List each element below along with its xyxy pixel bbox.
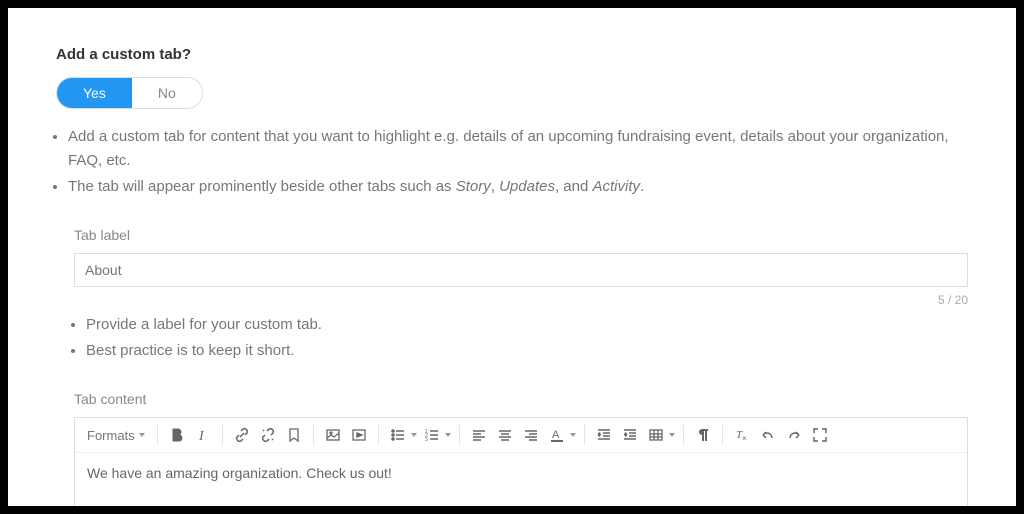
tab-label-label: Tab label [74,227,968,243]
clear-format-icon[interactable]: T× [729,422,755,448]
fullscreen-icon[interactable] [807,422,833,448]
formats-dropdown[interactable]: Formats [81,424,151,447]
svg-text:3: 3 [425,437,428,443]
form-frame: Add a custom tab? Yes No Add a custom ta… [8,8,1016,506]
custom-tab-hints: Add a custom tab for content that you wa… [56,125,968,199]
align-center-icon[interactable] [492,422,518,448]
rich-text-editor: Formats B I [74,417,968,506]
link-icon[interactable] [229,422,255,448]
hint-text: , [491,178,499,195]
hint-text: , and [555,178,593,195]
svg-text:I: I [198,429,205,443]
toolbar-separator [157,425,158,445]
formats-label: Formats [87,428,135,443]
bold-icon[interactable]: B [164,422,190,448]
toggle-no-button[interactable]: No [132,78,202,108]
toolbar-separator [459,425,460,445]
tab-content-section: Tab content Formats B I [56,391,968,506]
hint-em-story: Story [456,178,491,195]
chevron-down-icon [669,433,675,437]
hint-item: The tab will appear prominently beside o… [68,175,968,199]
image-icon[interactable] [320,422,346,448]
chevron-down-icon [139,433,145,437]
editor-content-area[interactable]: We have an amazing organization. Check u… [75,453,967,506]
media-icon[interactable] [346,422,372,448]
toolbar-separator [683,425,684,445]
table-icon[interactable] [643,422,669,448]
custom-tab-question: Add a custom tab? [56,46,968,63]
bullet-list-icon[interactable] [385,422,411,448]
hint-em-updates: Updates [499,178,555,195]
tab-label-hints: Provide a label for your custom tab. Bes… [56,313,968,363]
hint-text: . [640,178,644,195]
hint-em-activity: Activity [592,178,640,195]
hint-item: Provide a label for your custom tab. [86,313,968,337]
chevron-down-icon [445,433,451,437]
svg-text:×: × [742,434,747,443]
yes-no-toggle: Yes No [56,77,203,109]
toolbar-separator [222,425,223,445]
toolbar-separator [378,425,379,445]
unlink-icon[interactable] [255,422,281,448]
tab-label-input[interactable] [74,253,968,287]
chevron-down-icon [570,433,576,437]
toolbar-separator [313,425,314,445]
hint-item: Best practice is to keep it short. [86,339,968,363]
editor-toolbar: Formats B I [75,418,967,453]
hint-text: The tab will appear prominently beside o… [68,178,456,195]
chevron-down-icon [411,433,417,437]
align-right-icon[interactable] [518,422,544,448]
redo-icon[interactable] [781,422,807,448]
svg-text:B: B [172,427,182,443]
pilcrow-icon[interactable] [690,422,716,448]
text-color-icon[interactable]: A [544,422,570,448]
toolbar-separator [584,425,585,445]
svg-text:A: A [552,429,560,441]
italic-icon[interactable]: I [190,422,216,448]
toolbar-separator [722,425,723,445]
outdent-icon[interactable] [591,422,617,448]
tab-label-section: Tab label 5 / 20 [56,227,968,307]
tab-content-label: Tab content [74,391,968,407]
toggle-yes-button[interactable]: Yes [57,78,132,108]
numbered-list-icon[interactable]: 123 [419,422,445,448]
indent-icon[interactable] [617,422,643,448]
bookmark-icon[interactable] [281,422,307,448]
hint-item: Add a custom tab for content that you wa… [68,125,968,173]
align-left-icon[interactable] [466,422,492,448]
tab-label-charcount: 5 / 20 [74,293,968,307]
undo-icon[interactable] [755,422,781,448]
